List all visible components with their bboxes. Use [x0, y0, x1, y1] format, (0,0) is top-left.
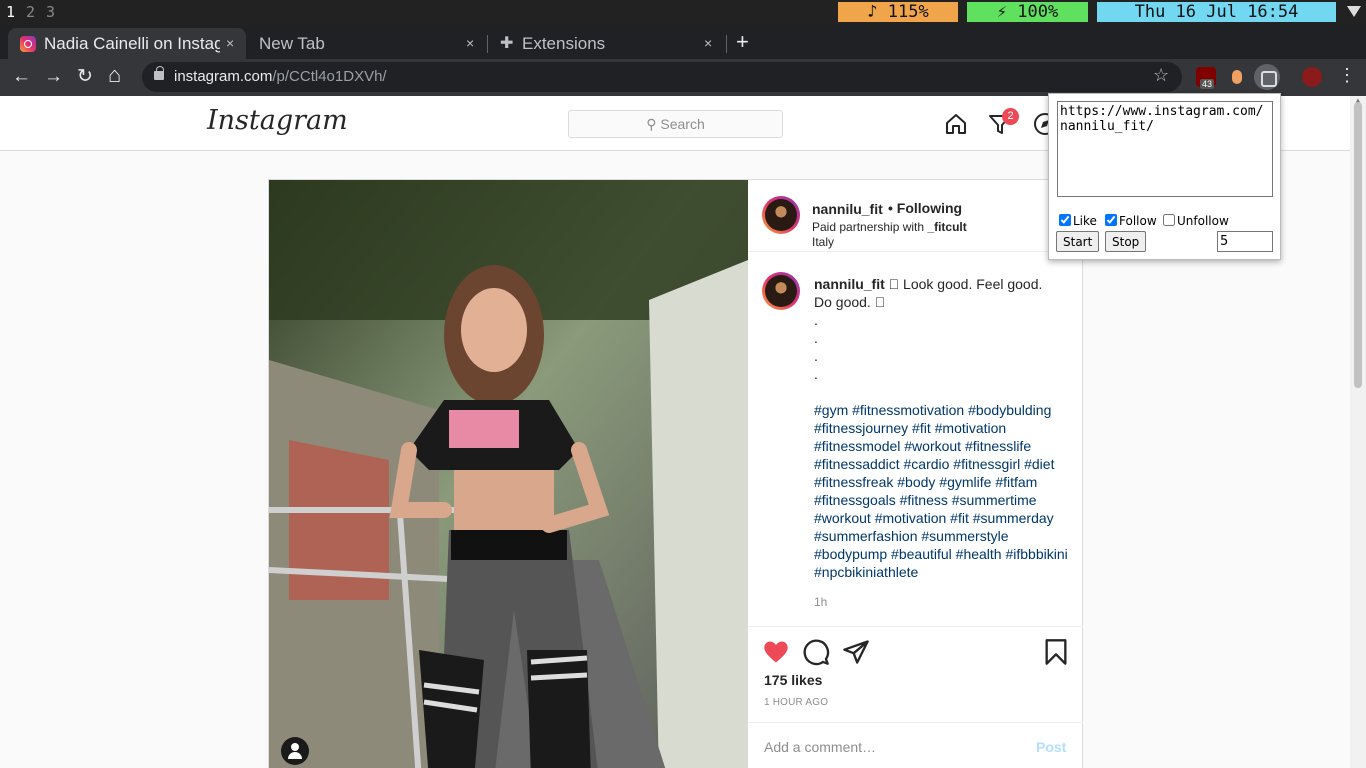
search-icon: ⚲	[646, 116, 657, 132]
system-status-bar: 1 2 3 ♪ 115% ⚡ 100% Thu 16 Jul 16:54	[0, 0, 1366, 25]
chrome-menu-icon[interactable]: ⋮	[1338, 65, 1356, 86]
tab-strip: Nadia Cainelli on Instagram × New Tab × …	[0, 25, 1366, 59]
stop-button[interactable]: Stop	[1105, 231, 1147, 252]
workspace-2[interactable]: 2	[26, 3, 35, 21]
post-photo[interactable]	[269, 180, 748, 768]
clock: Thu 16 Jul 16:54	[1097, 2, 1336, 22]
user-tag-icon[interactable]	[281, 737, 309, 765]
home-icon[interactable]	[944, 112, 968, 136]
comment-input[interactable]: Add a comment…	[764, 739, 876, 755]
lock-icon[interactable]	[154, 66, 164, 80]
tab-extensions[interactable]: ✚ Extensions ×	[488, 28, 726, 59]
back-button[interactable]: ←	[12, 65, 31, 89]
close-tab-icon[interactable]: ×	[466, 28, 474, 59]
bottle-extension-icon[interactable]	[1228, 67, 1248, 87]
unfollow-checkbox[interactable]: Unfollow	[1163, 214, 1229, 228]
avatar[interactable]	[762, 196, 800, 234]
workspace-3[interactable]: 3	[46, 3, 55, 21]
partner-link[interactable]: _fitcult	[927, 220, 966, 234]
browser-toolbar: ← → ↻ ⌂ instagram.com/p/CCtl4o1DXVh/ ☆ 4…	[0, 59, 1366, 96]
tab-new-tab[interactable]: New Tab ×	[246, 28, 488, 59]
tab-title: Nadia Cainelli on Instagram	[44, 34, 220, 53]
location-link[interactable]: Italy	[812, 235, 834, 249]
post-time: 1 HOUR AGO	[764, 697, 829, 708]
share-icon[interactable]	[842, 638, 870, 666]
comment-icon[interactable]	[802, 638, 830, 666]
like-checkbox[interactable]: Like	[1059, 214, 1097, 228]
post-sidebar: nannilu_fit • Following Paid partnership…	[748, 180, 1083, 768]
address-bar[interactable]: instagram.com/p/CCtl4o1DXVh/ ☆	[142, 62, 1182, 92]
caption-username[interactable]: nannilu_fit	[814, 276, 885, 292]
instagram-bot-extension-icon[interactable]	[1254, 64, 1280, 90]
tab-instagram[interactable]: Nadia Cainelli on Instagram ×	[8, 28, 246, 59]
tab-title: Extensions	[522, 34, 606, 53]
reload-button[interactable]: ↻	[77, 65, 93, 89]
volume-indicator: ♪ 115%	[838, 2, 958, 22]
scroll-thumb[interactable]	[1354, 102, 1362, 388]
caption-timestamp: 1h	[814, 595, 828, 609]
post-comment-button[interactable]: Post	[1036, 739, 1066, 755]
hashtags[interactable]: #gym #fitnessmotivation #bodybulding #fi…	[814, 401, 1069, 581]
comment-separator	[748, 722, 1083, 723]
avatar[interactable]	[762, 272, 800, 310]
likes-count[interactable]: 175 likes	[764, 672, 822, 688]
actions-separator	[748, 626, 1083, 627]
post-header: nannilu_fit • Following Paid partnership…	[748, 180, 1083, 252]
post-caption: nannilu_fit 🏻 Look good. Feel good. Do g…	[814, 276, 1069, 581]
heart-icon[interactable]	[762, 638, 790, 666]
partnership-label: Paid partnership with _fitcult	[812, 220, 967, 234]
new-tab-button[interactable]: +	[736, 28, 749, 56]
extension-badge: 43	[1200, 79, 1215, 89]
post-card: nannilu_fit • Following Paid partnership…	[268, 179, 1083, 768]
instagram-logo[interactable]: Instagram	[207, 105, 348, 136]
close-tab-icon[interactable]: ×	[226, 28, 234, 59]
wifi-icon	[1347, 6, 1361, 17]
following-label[interactable]: • Following	[888, 200, 962, 216]
target-url-input[interactable]: https://www.instagram.com/nannilu_fit/	[1057, 101, 1273, 197]
workspace-1[interactable]: 1	[6, 3, 15, 21]
instagram-icon	[20, 36, 36, 52]
post-image	[269, 180, 748, 768]
post-username[interactable]: nannilu_fit	[812, 201, 883, 217]
start-button[interactable]: Start	[1056, 231, 1100, 252]
tab-separator	[726, 35, 727, 53]
tab-title: New Tab	[259, 34, 325, 53]
home-button[interactable]: ⌂	[108, 63, 121, 87]
bookmark-star-icon[interactable]: ☆	[1153, 65, 1169, 86]
battery-indicator: ⚡ 100%	[967, 2, 1088, 22]
count-input[interactable]	[1217, 231, 1273, 252]
extension-popup: https://www.instagram.com/nannilu_fit/ L…	[1048, 93, 1281, 260]
bookmark-icon[interactable]	[1042, 638, 1070, 666]
roblox-extension-icon[interactable]	[1302, 67, 1322, 87]
notification-badge: 2	[1002, 108, 1019, 125]
puzzle-icon: ✚	[500, 35, 514, 52]
forward-button[interactable]: →	[44, 65, 63, 89]
close-tab-icon[interactable]: ×	[704, 28, 712, 59]
url-text[interactable]: instagram.com/p/CCtl4o1DXVh/	[174, 62, 387, 92]
page-scrollbar[interactable]: ▲	[1350, 96, 1366, 768]
follow-checkbox[interactable]: Follow	[1105, 214, 1157, 228]
search-input[interactable]: ⚲ Search	[568, 110, 783, 138]
